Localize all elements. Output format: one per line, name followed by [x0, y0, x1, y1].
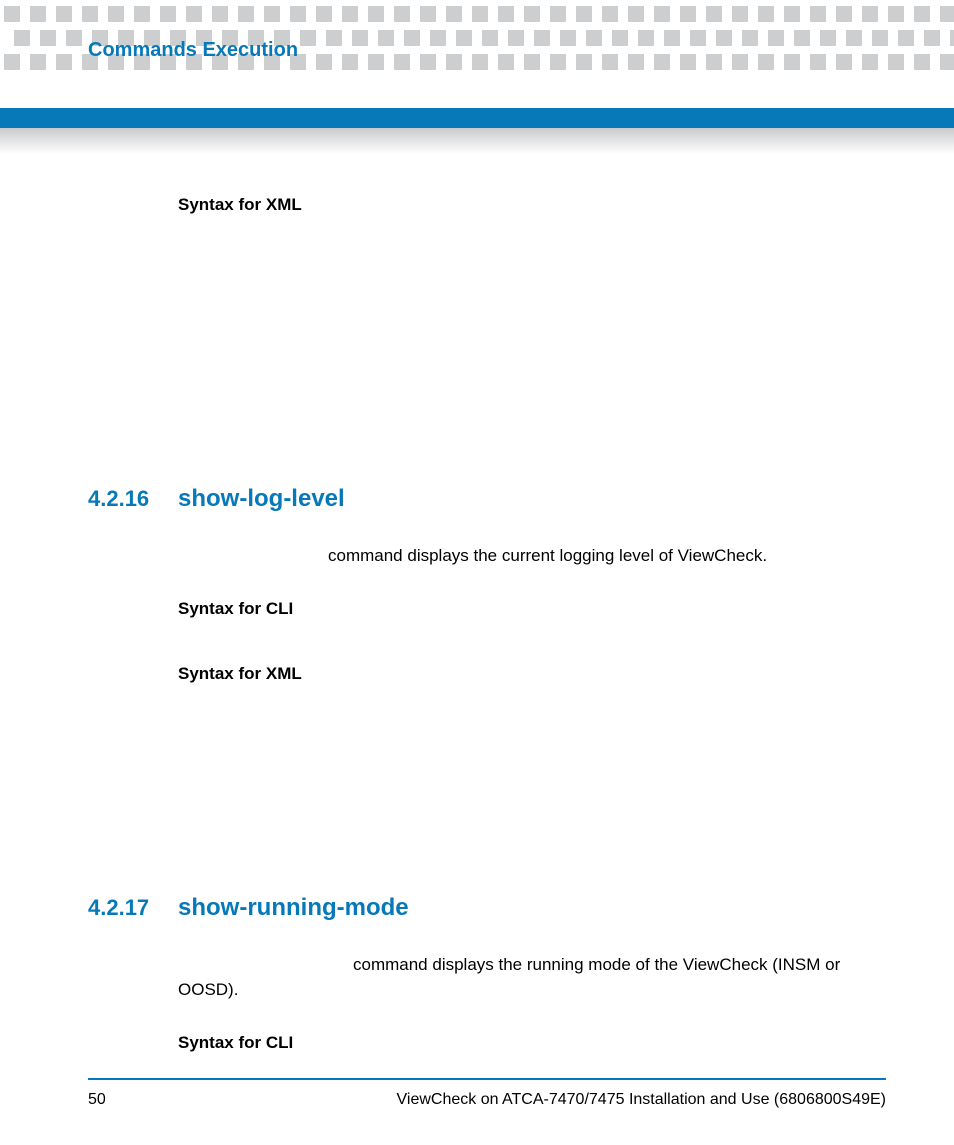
page-number: 50 [88, 1091, 106, 1109]
section-number: 4.2.17 [88, 895, 156, 921]
syntax-cli-label-4217: Syntax for CLI [178, 1033, 884, 1053]
section-title: show-running-mode [178, 894, 409, 922]
header-grey-strip [0, 128, 954, 154]
page-footer: 50 ViewCheck on ATCA-7470/7475 Installat… [88, 1091, 886, 1109]
header-blue-bar [0, 108, 954, 128]
content-area: Syntax for XML 4.2.16 show-log-level com… [88, 165, 884, 1055]
decorative-dots-row-1 [4, 6, 954, 22]
section-4-2-17-heading: 4.2.17 show-running-mode [88, 894, 884, 922]
section-4-2-16-heading: 4.2.16 show-log-level [88, 485, 884, 513]
section-4-2-16-description: command displays the current logging lev… [178, 543, 884, 569]
section-number: 4.2.16 [88, 486, 156, 512]
chapter-title: Commands Execution [88, 40, 298, 60]
section-4-2-17-description-line2: OOSD). [178, 977, 884, 1003]
page: Commands Execution Syntax for XML 4.2.16… [0, 0, 954, 1145]
doc-title-footer: ViewCheck on ATCA-7470/7475 Installation… [397, 1091, 887, 1109]
footer-divider [88, 1078, 886, 1080]
syntax-cli-label-4216: Syntax for CLI [178, 599, 884, 619]
syntax-xml-label-4216: Syntax for XML [178, 664, 884, 684]
syntax-xml-label-top: Syntax for XML [178, 195, 884, 215]
section-title: show-log-level [178, 485, 345, 513]
section-4-2-17-description-line1: command displays the running mode of the… [178, 952, 884, 978]
